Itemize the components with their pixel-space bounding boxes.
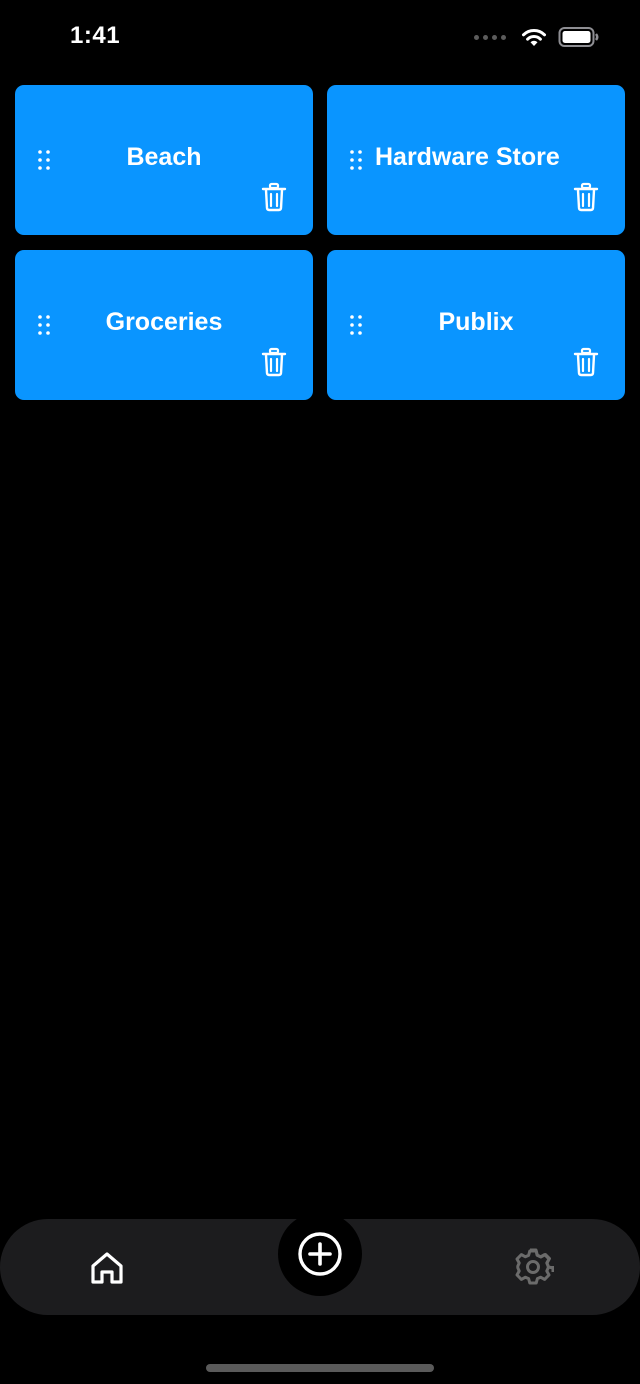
status-time: 1:41 <box>70 22 121 49</box>
trash-icon[interactable] <box>573 182 599 212</box>
status-bar: 1:41 <box>0 0 640 72</box>
battery-icon <box>558 27 599 47</box>
home-indicator[interactable] <box>206 1364 434 1372</box>
trash-icon[interactable] <box>261 182 287 212</box>
list-card-groceries[interactable]: Groceries <box>15 250 313 400</box>
plus-circle-icon[interactable] <box>297 1231 343 1277</box>
cellular-signal-icon <box>474 34 506 40</box>
tab-bar <box>0 1212 640 1315</box>
list-card-publix[interactable]: Publix <box>327 250 625 400</box>
lists-grid: Beach Hardware Store Groceries Publix <box>15 85 625 400</box>
drag-handle-icon[interactable] <box>349 149 363 171</box>
home-icon[interactable] <box>86 1247 128 1289</box>
list-card-title: Groceries <box>105 308 223 336</box>
trash-icon[interactable] <box>573 347 599 377</box>
add-list-button[interactable] <box>278 1212 362 1296</box>
list-card-title: Publix <box>438 308 514 336</box>
list-card-beach[interactable]: Beach <box>15 85 313 235</box>
trash-icon[interactable] <box>261 347 287 377</box>
app-screen: 1:41 Beach Hardware Store Groceries Publ… <box>0 0 640 1384</box>
wifi-icon <box>522 29 546 46</box>
list-card-hardware-store[interactable]: Hardware Store <box>327 85 625 235</box>
list-card-title: Beach <box>126 143 202 171</box>
status-indicators <box>474 24 600 50</box>
list-card-title: Hardware Store <box>375 143 560 171</box>
gear-icon[interactable] <box>512 1246 554 1288</box>
